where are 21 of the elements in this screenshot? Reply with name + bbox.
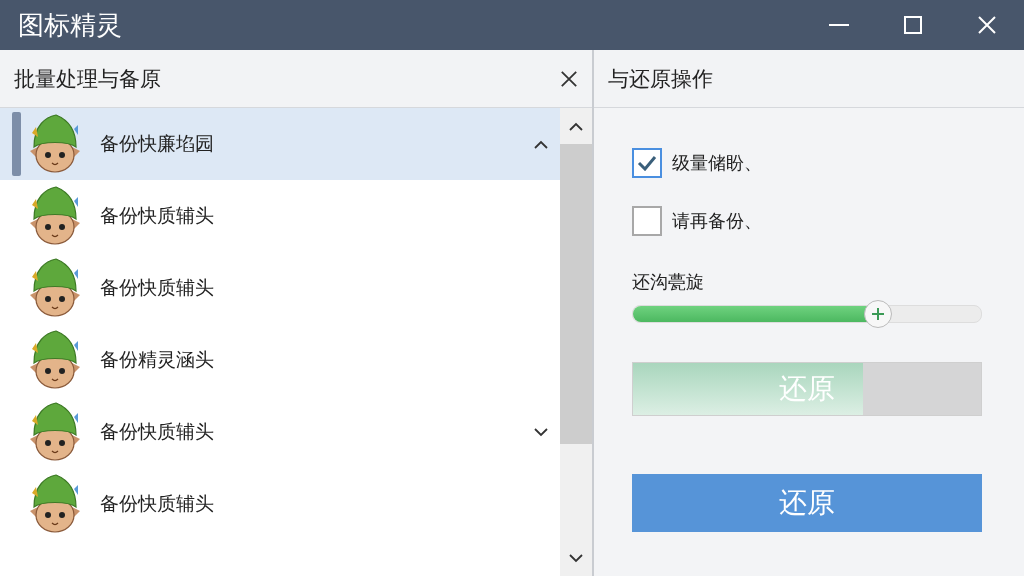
selection-bar	[12, 112, 21, 176]
window-title: 图标精灵	[18, 8, 123, 42]
scroll-down-icon[interactable]	[569, 553, 583, 563]
slider-label: 还沟甍旋	[632, 270, 705, 294]
list-item[interactable]: 备份快廉埳园	[0, 108, 560, 180]
checkbox-label: 级量储盼、	[672, 151, 762, 175]
checkmark-icon	[637, 155, 657, 171]
panel-title: 与还原操作	[608, 65, 714, 93]
slider[interactable]	[632, 300, 982, 328]
minimize-icon	[829, 24, 849, 26]
scrollbar-thumb[interactable]	[560, 144, 592, 444]
panel-title: 批量处理与备原	[14, 65, 162, 93]
checkbox[interactable]	[632, 206, 662, 236]
collapse-icon[interactable]	[534, 139, 548, 149]
maximize-icon	[904, 16, 922, 34]
checkbox-label: 请再备份、	[672, 209, 762, 233]
close-icon[interactable]	[560, 69, 578, 88]
scroll-up-icon[interactable]	[569, 121, 583, 131]
expand-icon[interactable]	[534, 427, 548, 437]
checkbox[interactable]	[632, 148, 662, 178]
slider-thumb[interactable]	[864, 300, 892, 328]
